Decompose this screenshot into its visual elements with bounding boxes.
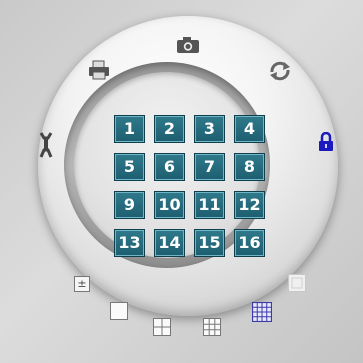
channel-grid: 1 2 3 4 5 6 7 8 9 10 11 12 13 14 15 16 <box>114 115 268 258</box>
channel-button[interactable]: 14 <box>154 229 185 257</box>
lock-icon[interactable] <box>318 131 334 156</box>
layout-9-icon[interactable] <box>203 318 221 340</box>
channel-button[interactable]: 1 <box>114 115 145 143</box>
channel-button[interactable]: 4 <box>234 115 265 143</box>
channel-button[interactable]: 7 <box>194 153 225 181</box>
layout-4-icon[interactable] <box>153 318 171 340</box>
channel-button[interactable]: 8 <box>234 153 265 181</box>
channel-button[interactable]: 11 <box>194 191 225 219</box>
channel-button[interactable]: 6 <box>154 153 185 181</box>
camera-icon[interactable] <box>176 36 200 58</box>
print-icon[interactable] <box>88 60 110 84</box>
layout-disabled-icon <box>288 274 306 296</box>
channel-button[interactable]: 5 <box>114 153 145 181</box>
layout-16-icon[interactable] <box>251 301 273 326</box>
channel-button[interactable]: 15 <box>194 229 225 257</box>
channel-button[interactable]: 13 <box>114 229 145 257</box>
tools-icon[interactable] <box>38 132 54 162</box>
plus-minus-icon[interactable]: ± <box>74 276 90 292</box>
channel-button[interactable]: 16 <box>234 229 265 257</box>
channel-button[interactable]: 3 <box>194 115 225 143</box>
layout-1-icon[interactable] <box>110 302 128 320</box>
refresh-icon[interactable] <box>268 60 292 86</box>
channel-button[interactable]: 2 <box>154 115 185 143</box>
channel-button[interactable]: 12 <box>234 191 265 219</box>
channel-button[interactable]: 10 <box>154 191 185 219</box>
channel-button[interactable]: 9 <box>114 191 145 219</box>
